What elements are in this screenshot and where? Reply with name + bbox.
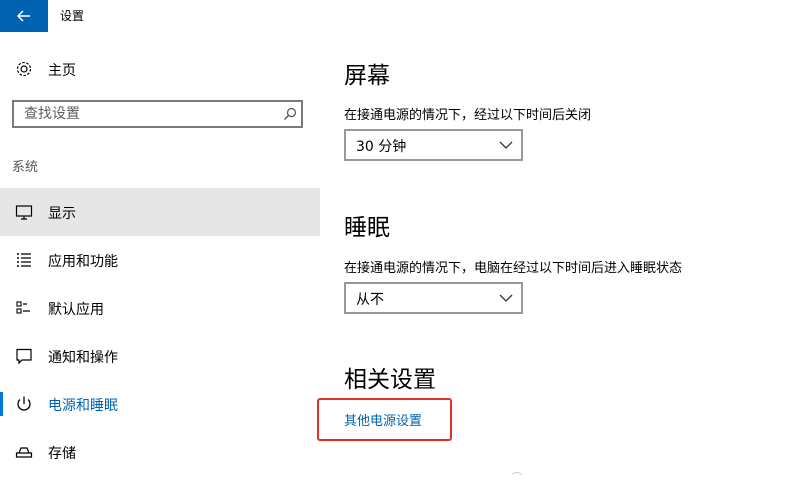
window-title: 设置: [60, 9, 85, 23]
section-label: 系统: [12, 160, 39, 175]
title-bar: 设置: [0, 0, 785, 32]
sidebar-item-label: 通知和操作: [48, 350, 118, 366]
sidebar-item-label: 默认应用: [48, 302, 104, 318]
sidebar-item-label: 应用和功能: [48, 254, 118, 270]
default-apps-icon: [16, 301, 30, 314]
chevron-down-icon: [499, 141, 513, 149]
loading-indicator: [510, 472, 524, 486]
screen-timeout-dropdown[interactable]: 30 分钟: [344, 129, 523, 161]
sidebar-item-storage[interactable]: 存储: [0, 428, 320, 476]
storage-icon: [15, 447, 33, 458]
arrow-left-icon: [16, 10, 30, 22]
sidebar-item-home[interactable]: 主页: [0, 52, 320, 86]
chevron-down-icon: [499, 294, 513, 302]
dropdown-value: 从不: [356, 292, 384, 308]
monitor-icon: [15, 205, 33, 220]
sidebar-item-display[interactable]: 显示: [0, 188, 320, 236]
search-box[interactable]: [12, 100, 303, 128]
active-indicator: [0, 392, 3, 416]
additional-power-settings-link[interactable]: 其他电源设置: [344, 410, 422, 429]
list-icon: [17, 253, 31, 267]
sidebar-item-default-apps[interactable]: 默认应用: [0, 284, 320, 332]
main-content: 屏幕 在接通电源的情况下，经过以下时间后关闭 30 分钟 睡眠 在接通电源的情况…: [317, 32, 785, 480]
related-settings-heading: 相关设置: [344, 367, 436, 393]
sleep-heading: 睡眠: [344, 215, 390, 241]
search-icon[interactable]: [283, 107, 297, 121]
sidebar-item-label: 显示: [48, 206, 76, 222]
screen-description: 在接通电源的情况下，经过以下时间后关闭: [344, 108, 592, 123]
sidebar-item-notifications[interactable]: 通知和操作: [0, 332, 320, 380]
message-icon: [16, 348, 32, 365]
sidebar-item-apps-features[interactable]: 应用和功能: [0, 236, 320, 284]
power-icon: [17, 396, 31, 411]
gear-icon: [16, 61, 32, 77]
sidebar-item-label: 主页: [48, 63, 76, 79]
back-button[interactable]: [0, 0, 48, 32]
dropdown-value: 30 分钟: [356, 139, 407, 155]
sleep-timeout-dropdown[interactable]: 从不: [344, 282, 523, 314]
sidebar: 主页 系统 显示 应用和功能 默认应用: [0, 32, 320, 480]
search-input[interactable]: [14, 102, 284, 126]
sidebar-item-label: 存储: [48, 446, 76, 462]
sidebar-item-label: 电源和睡眠: [48, 398, 118, 414]
sleep-description: 在接通电源的情况下，电脑在经过以下时间后进入睡眠状态: [344, 261, 683, 276]
sidebar-item-power-sleep[interactable]: 电源和睡眠: [0, 380, 320, 428]
screen-heading: 屏幕: [344, 63, 390, 89]
